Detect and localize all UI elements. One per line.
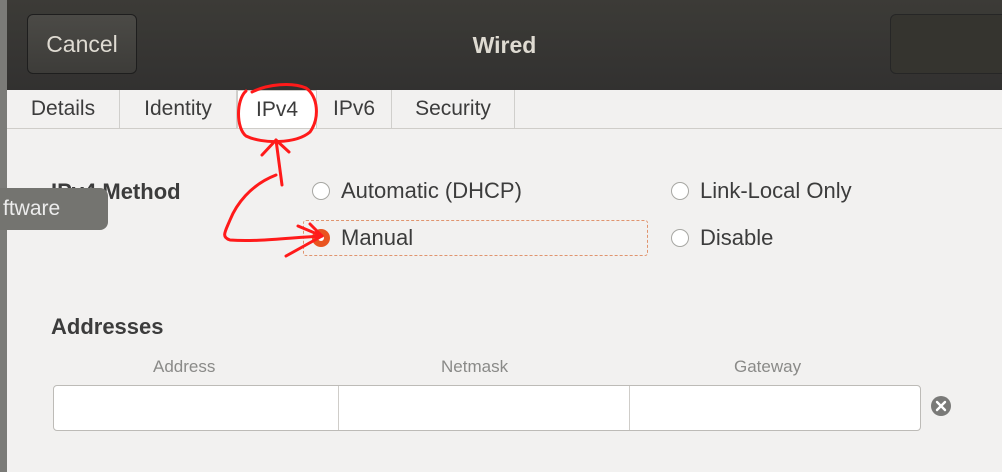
radio-button[interactable] <box>312 182 330 200</box>
radio-label: Manual <box>341 225 414 250</box>
tab-details[interactable]: Details <box>7 90 120 128</box>
radio-button-checked[interactable] <box>312 229 330 247</box>
dock-tooltip: ftware <box>0 188 108 230</box>
annotation-arrow-up <box>260 138 291 187</box>
cancel-button[interactable]: Cancel <box>27 14 137 74</box>
radio-automatic-dhcp[interactable]: Automatic (DHCP) <box>312 178 522 204</box>
tab-security[interactable]: Security <box>392 90 515 128</box>
tab-bar: Details Identity IPv4 IPv6 Security <box>7 90 1002 128</box>
header-bar: Wired Cancel <box>7 0 1002 91</box>
tab-identity[interactable]: Identity <box>120 90 237 128</box>
tab-ipv6[interactable]: IPv6 <box>317 90 392 128</box>
address-input[interactable] <box>54 386 339 430</box>
apply-button[interactable] <box>890 14 1002 74</box>
addresses-label: Addresses <box>51 314 164 339</box>
address-row <box>53 385 921 431</box>
radio-label: Automatic (DHCP) <box>341 178 522 203</box>
radio-link-local-only[interactable]: Link-Local Only <box>671 178 852 204</box>
tab-ipv4[interactable]: IPv4 <box>237 90 317 128</box>
radio-label: Link-Local Only <box>700 178 852 203</box>
tab-divider <box>7 128 1002 129</box>
window-title: Wired <box>472 31 537 58</box>
gateway-input[interactable] <box>630 386 920 430</box>
column-header-gateway: Gateway <box>734 357 802 376</box>
clear-icon[interactable] <box>930 395 952 417</box>
column-header-address: Address <box>153 357 216 376</box>
radio-button[interactable] <box>671 229 689 247</box>
column-header-netmask: Netmask <box>441 357 509 376</box>
radio-label: Disable <box>700 225 774 250</box>
window-edge <box>0 0 7 472</box>
radio-disable[interactable]: Disable <box>671 225 773 251</box>
netmask-input[interactable] <box>339 386 630 430</box>
radio-manual[interactable]: Manual <box>312 225 413 251</box>
radio-button[interactable] <box>671 182 689 200</box>
